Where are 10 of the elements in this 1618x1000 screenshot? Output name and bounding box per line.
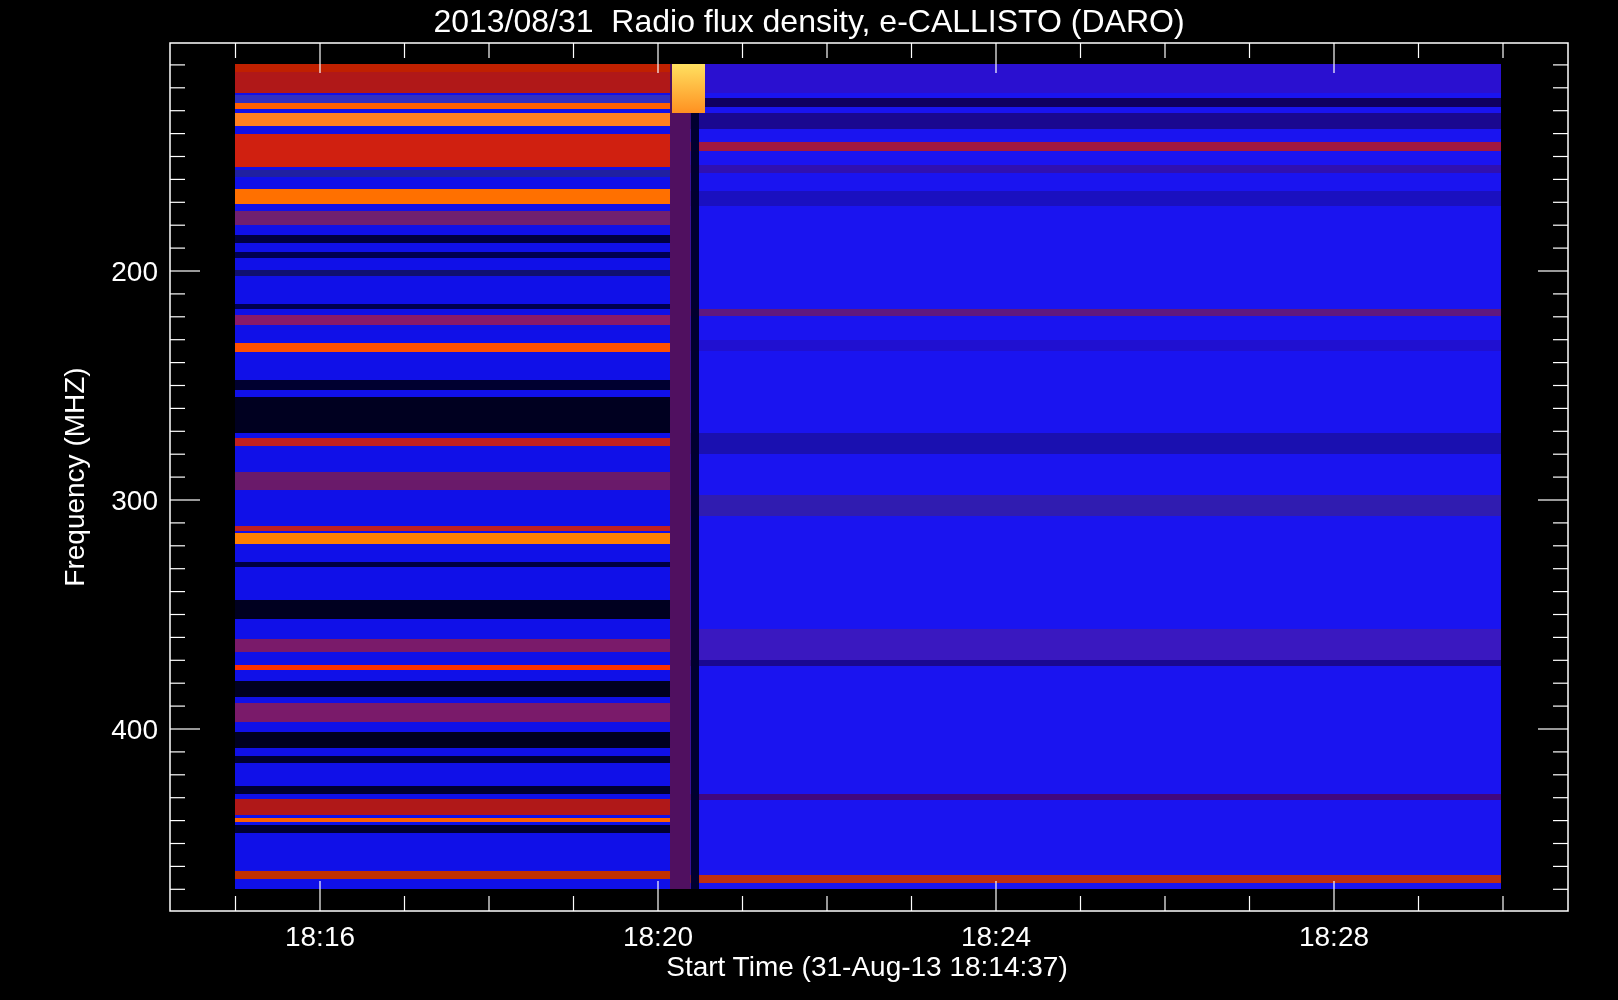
- tick-label: 300: [111, 485, 158, 516]
- axis-label: Frequency (MHZ): [59, 367, 90, 587]
- tick-label: 400: [111, 714, 158, 745]
- tick-label: 18:20: [622, 921, 694, 952]
- tick-label: 18:24: [960, 921, 1032, 952]
- chart-title: 2013/08/31 Radio flux density, e-CALLISTO (DARO): [433, 3, 1185, 39]
- tick-label: 200: [111, 256, 158, 287]
- tick-label: 18:16: [284, 921, 356, 952]
- tick-label: 18:28: [1298, 921, 1370, 952]
- axis-label: Start Time (31-Aug-13 18:14:37): [666, 951, 1068, 982]
